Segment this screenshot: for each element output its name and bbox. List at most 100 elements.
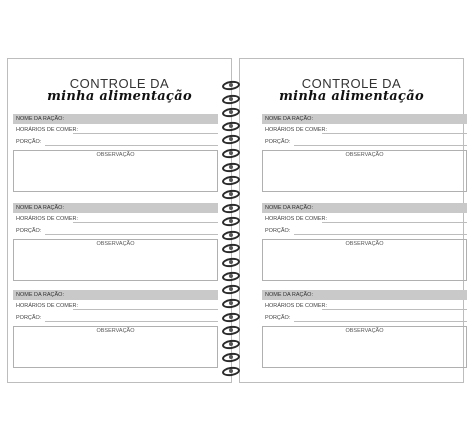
notes-label: OBSERVAÇÃO (345, 152, 384, 158)
punch-hole (229, 165, 233, 169)
punch-hole (229, 83, 233, 87)
portion-row: PORÇÃO: (13, 225, 218, 237)
punch-hole (229, 274, 233, 278)
notes-label: OBSERVAÇÃO (345, 241, 384, 247)
feeding-section: NOME DA RAÇÃO: HORÁRIOS DE COMER: PORÇÃO… (262, 203, 467, 281)
portion-line (45, 234, 218, 235)
punch-hole (229, 151, 233, 155)
spiral-ring-icon (221, 106, 250, 119)
notes-box: OBSERVAÇÃO (262, 150, 467, 192)
schedule-row: HORÁRIOS DE COMER: (13, 300, 218, 312)
food-name-bar: NOME DA RAÇÃO: (13, 290, 218, 300)
spiral-ring-icon (221, 256, 250, 269)
portion-label: PORÇÃO: (16, 315, 42, 321)
spiral-ring-icon (221, 324, 250, 337)
schedule-line (322, 133, 467, 134)
punch-hole (229, 301, 233, 305)
notes-label: OBSERVAÇÃO (96, 152, 135, 158)
punch-hole (229, 369, 233, 373)
portion-line (45, 145, 218, 146)
notes-box: OBSERVAÇÃO (13, 150, 218, 192)
schedule-row: HORÁRIOS DE COMER: (13, 213, 218, 225)
notes-box: OBSERVAÇÃO (262, 239, 467, 281)
spiral-ring-icon (221, 161, 250, 174)
portion-line (294, 145, 467, 146)
feeding-section: NOME DA RAÇÃO: HORÁRIOS DE COMER: PORÇÃO… (262, 114, 467, 192)
schedule-line (73, 309, 218, 310)
punch-hole (229, 137, 233, 141)
portion-row: PORÇÃO: (13, 136, 218, 148)
spiral-ring-icon (221, 283, 250, 296)
page-subtitle: minha alimentação (279, 89, 424, 104)
punch-hole (229, 192, 233, 196)
notes-label: OBSERVAÇÃO (96, 241, 135, 247)
portion-line (45, 321, 218, 322)
spiral-ring-icon (221, 338, 250, 351)
portion-row: PORÇÃO: (262, 225, 467, 237)
food-name-bar: NOME DA RAÇÃO: (262, 203, 467, 213)
portion-label: PORÇÃO: (265, 228, 291, 234)
schedule-row: HORÁRIOS DE COMER: (13, 124, 218, 136)
spiral-ring-icon (221, 365, 250, 378)
spiral-ring-icon (221, 229, 250, 242)
spiral-ring-icon (221, 242, 250, 255)
spiral-ring-icon (221, 120, 250, 133)
spiral-ring-icon (221, 93, 250, 106)
schedule-label: HORÁRIOS DE COMER: (16, 303, 79, 309)
punch-hole (229, 260, 233, 264)
portion-row: PORÇÃO: (13, 312, 218, 324)
schedule-line (322, 309, 467, 310)
punch-hole (229, 206, 233, 210)
schedule-line (73, 222, 218, 223)
food-name-bar: NOME DA RAÇÃO: (13, 114, 218, 124)
spiral-ring-icon (221, 351, 250, 364)
notes-box: OBSERVAÇÃO (262, 326, 467, 368)
feeding-section: NOME DA RAÇÃO: HORÁRIOS DE COMER: PORÇÃO… (13, 290, 218, 368)
spiral-ring-icon (221, 311, 250, 324)
spiral-ring-icon (221, 202, 250, 215)
punch-hole (229, 97, 233, 101)
punch-hole (229, 110, 233, 114)
portion-line (294, 234, 467, 235)
food-name-bar: NOME DA RAÇÃO: (262, 290, 467, 300)
punch-hole (229, 328, 233, 332)
spiral-ring-icon (221, 174, 250, 187)
punch-hole (229, 233, 233, 237)
portion-row: PORÇÃO: (262, 136, 467, 148)
portion-line (294, 321, 467, 322)
spiral-ring-icon (221, 215, 250, 228)
page-subtitle: minha alimentação (47, 89, 192, 104)
punch-hole (229, 342, 233, 346)
feeding-section: NOME DA RAÇÃO: HORÁRIOS DE COMER: PORÇÃO… (13, 203, 218, 281)
spiral-ring-icon (221, 147, 250, 160)
spiral-ring-icon (221, 133, 250, 146)
punch-hole (229, 315, 233, 319)
punch-hole (229, 124, 233, 128)
punch-hole (229, 178, 233, 182)
food-name-bar: NOME DA RAÇÃO: (13, 203, 218, 213)
punch-hole (229, 219, 233, 223)
portion-label: PORÇÃO: (16, 139, 42, 145)
spiral-ring-icon (221, 270, 250, 283)
punch-hole (229, 287, 233, 291)
schedule-label: HORÁRIOS DE COMER: (16, 127, 79, 133)
punch-hole (229, 246, 233, 250)
spiral-ring-icon (221, 297, 250, 310)
food-name-bar: NOME DA RAÇÃO: (262, 114, 467, 124)
schedule-label: HORÁRIOS DE COMER: (16, 216, 79, 222)
schedule-label: HORÁRIOS DE COMER: (265, 216, 328, 222)
right-page: CONTROLE DA minha alimentação NOME DA RA… (239, 58, 467, 383)
schedule-row: HORÁRIOS DE COMER: (262, 124, 467, 136)
feeding-section: NOME DA RAÇÃO: HORÁRIOS DE COMER: PORÇÃO… (13, 114, 218, 192)
schedule-line (73, 133, 218, 134)
spiral-ring-icon (221, 188, 250, 201)
notes-box: OBSERVAÇÃO (13, 326, 218, 368)
portion-label: PORÇÃO: (265, 315, 291, 321)
schedule-row: HORÁRIOS DE COMER: (262, 300, 467, 312)
notes-label: OBSERVAÇÃO (96, 328, 135, 334)
schedule-label: HORÁRIOS DE COMER: (265, 303, 328, 309)
portion-row: PORÇÃO: (262, 312, 467, 324)
portion-label: PORÇÃO: (265, 139, 291, 145)
left-page: CONTROLE DA minha alimentação NOME DA RA… (7, 58, 232, 383)
spiral-ring-icon (221, 79, 250, 92)
